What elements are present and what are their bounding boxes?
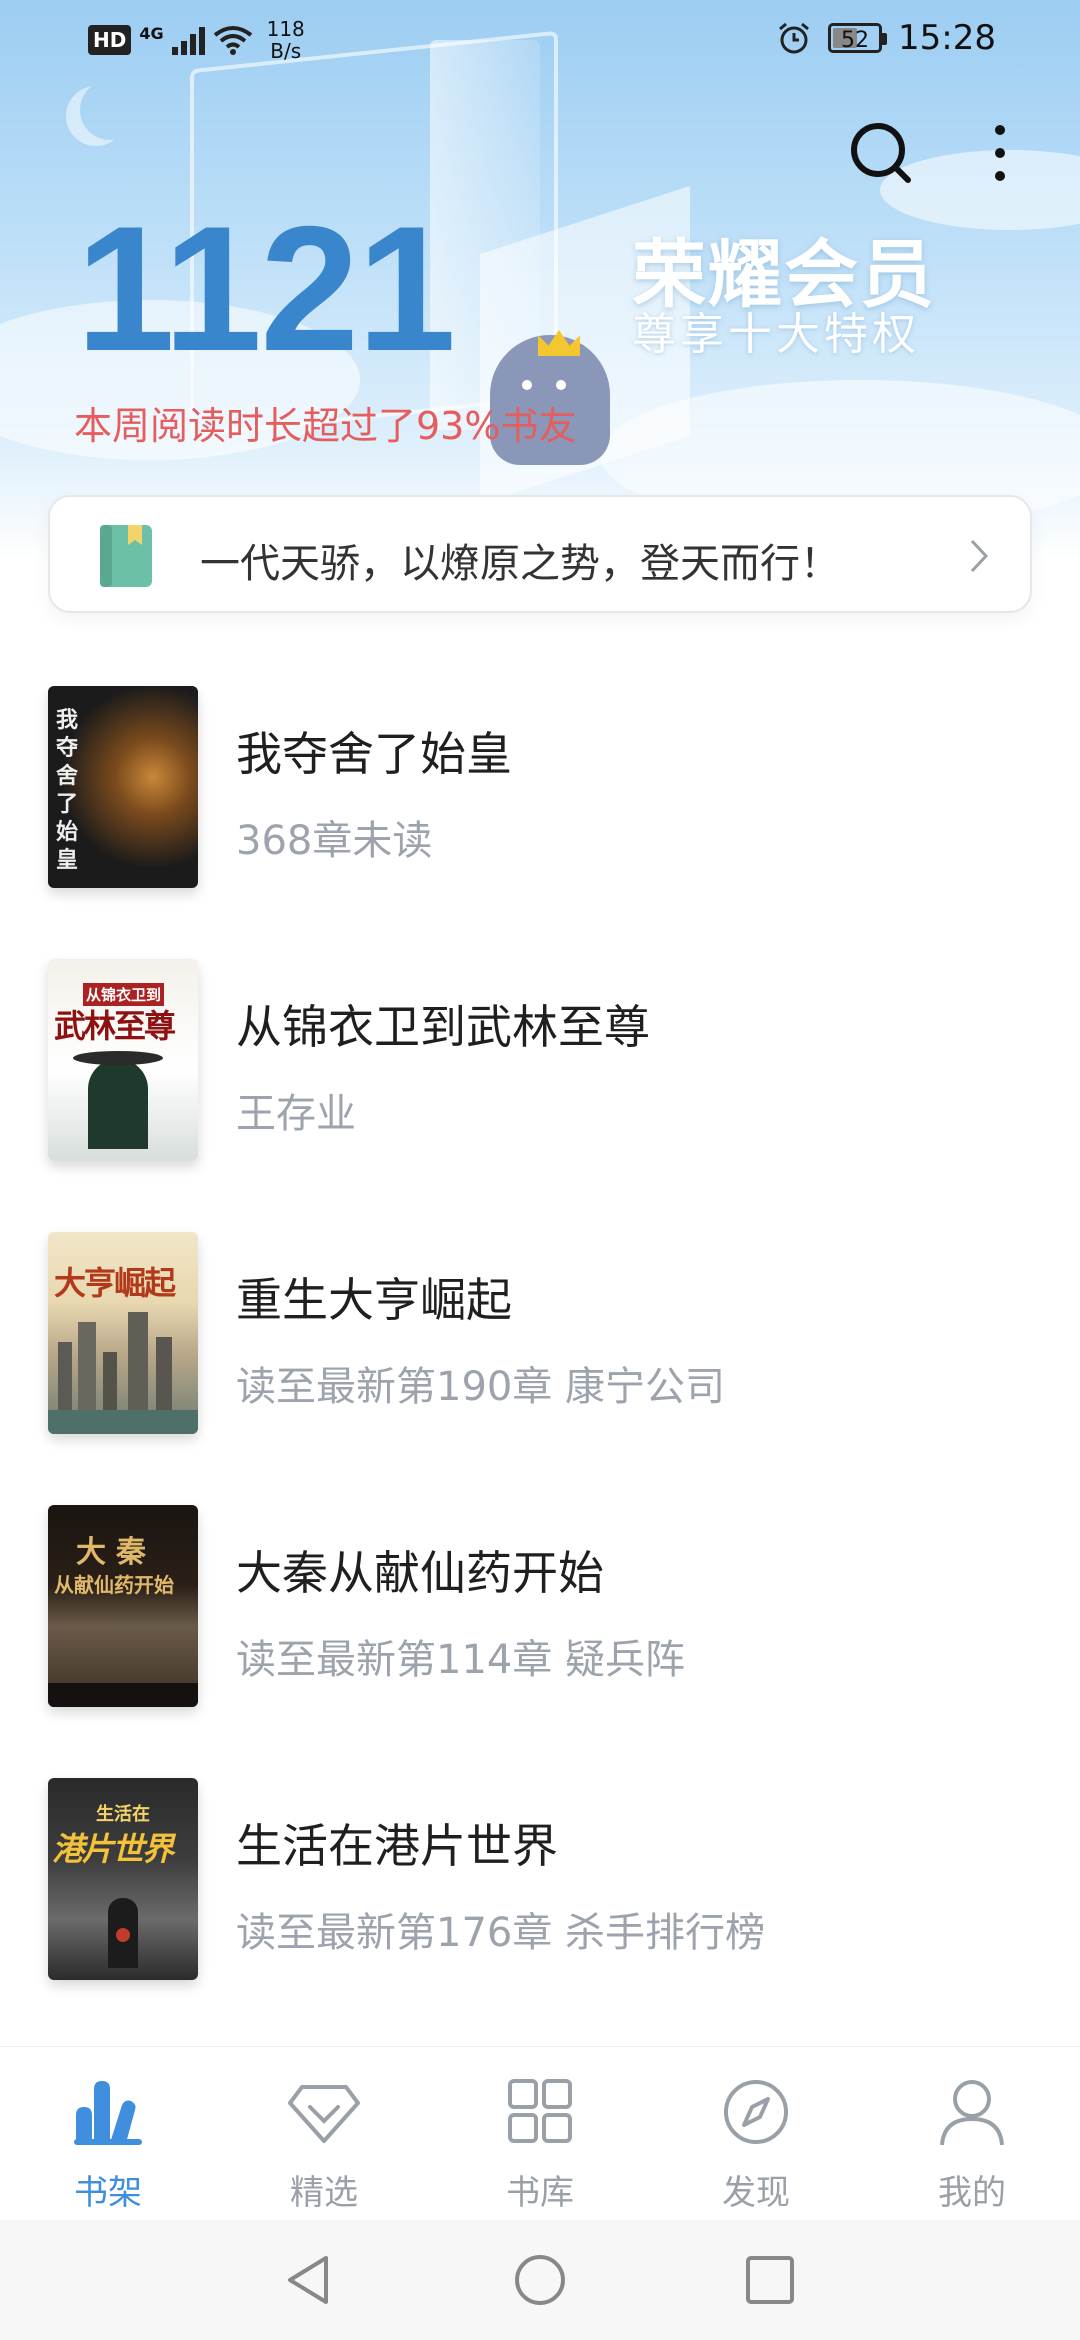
recents-icon[interactable] [742, 2252, 798, 2308]
status-left: HD 4G 118 B/s [88, 18, 305, 62]
battery-level: 52 [841, 28, 870, 53]
clock: 15:28 [898, 18, 996, 58]
cover-sub-title: 从献仙药开始 [54, 1573, 174, 1597]
battery-icon: 52 [828, 23, 888, 53]
nav-label: 精选 [290, 2173, 358, 2213]
cover-title: 大亨崛起 [54, 1264, 176, 1302]
network-type: 4G [139, 23, 164, 43]
user-icon [940, 2080, 1004, 2146]
bookshelf-icon [74, 2081, 142, 2145]
vip-subtitle[interactable]: 尊享十大特权 [632, 298, 920, 362]
more-vertical-icon[interactable] [980, 118, 1020, 188]
book-item[interactable]: 我夺舍了始皇 我夺舍了始皇 368章未读 [0, 686, 1080, 959]
cover-title: 大秦 [76, 1535, 156, 1570]
reading-stat-number[interactable]: 1121 [76, 200, 456, 378]
status-right: 52 15:28 [776, 18, 996, 58]
nav-label: 发现 [722, 2173, 790, 2213]
nav-featured[interactable]: 精选 [216, 2047, 432, 2221]
notice-banner[interactable]: 一代天骄，以燎原之势，登天而行！ [48, 495, 1032, 613]
book-progress: 读至最新第190章 康宁公司 [236, 1364, 726, 1410]
nav-label: 书架 [74, 2173, 142, 2213]
book-title: 生活在港片世界 [236, 1819, 558, 1873]
status-bar: HD 4G 118 B/s 52 15:28 [0, 0, 1080, 80]
book-cover[interactable]: 大秦 从献仙药开始 [48, 1505, 198, 1707]
cover-title: 我夺舍了始皇 [56, 707, 79, 873]
book-title: 从锦衣卫到武林至尊 [236, 1000, 650, 1054]
book-progress: 读至最新第176章 杀手排行榜 [236, 1910, 766, 1956]
alarm-icon [779, 22, 809, 54]
book-cover[interactable]: 我夺舍了始皇 [48, 686, 198, 888]
moon-decoration [80, 80, 140, 140]
grid-icon [508, 2079, 572, 2143]
nav-library[interactable]: 书库 [432, 2047, 648, 2221]
book-item[interactable]: 生活在 港片世界 生活在港片世界 读至最新第176章 杀手排行榜 [0, 1778, 1080, 2051]
book-title: 大秦从献仙药开始 [236, 1546, 604, 1600]
book-progress: 368章未读 [236, 818, 433, 864]
notice-text: 一代天骄，以燎原之势，登天而行！ [200, 541, 840, 587]
book-bookmark-icon [100, 525, 152, 587]
book-progress: 读至最新第114章 疑兵阵 [236, 1637, 686, 1683]
book-cover[interactable]: 生活在 港片世界 [48, 1778, 198, 1980]
reading-stat-desc[interactable]: 本周阅读时长超过了93%书友 [74, 395, 576, 450]
mascot-eye [522, 380, 532, 390]
book-item[interactable]: 大秦 从献仙药开始 大秦从献仙药开始 读至最新第114章 疑兵阵 [0, 1505, 1080, 1778]
chevron-right-icon [970, 539, 989, 573]
mascot-eye [556, 380, 566, 390]
back-icon[interactable] [280, 2252, 336, 2308]
nav-profile[interactable]: 我的 [864, 2047, 1080, 2221]
home-icon[interactable] [512, 2252, 568, 2308]
book-title: 我夺舍了始皇 [236, 727, 512, 781]
book-cover[interactable]: 大亨崛起 [48, 1232, 198, 1434]
net-speed-unit: B/s [270, 39, 302, 63]
nav-discover[interactable]: 发现 [648, 2047, 864, 2221]
book-author: 王存业 [236, 1091, 356, 1137]
cover-title: 武林至尊 [54, 1007, 176, 1045]
cover-top-text: 生活在 [96, 1804, 150, 1825]
book-title: 重生大亨崛起 [236, 1273, 512, 1327]
signal-icon [171, 25, 205, 55]
nav-label: 我的 [938, 2173, 1006, 2213]
cover-title: 港片世界 [52, 1830, 174, 1868]
wifi-icon [213, 26, 252, 55]
book-cover[interactable]: 从锦衣卫到 武林至尊 [48, 959, 198, 1161]
nav-bookshelf[interactable]: 书架 [0, 2047, 216, 2221]
book-list: 我夺舍了始皇 我夺舍了始皇 368章未读 从锦衣卫到 武林至尊 从锦衣卫到武林至… [0, 686, 1080, 2051]
hd-badge: HD [88, 25, 132, 55]
book-item[interactable]: 从锦衣卫到 武林至尊 从锦衣卫到武林至尊 王存业 [0, 959, 1080, 1232]
net-speed-value: 118 [266, 17, 305, 41]
system-navigation-bar [0, 2220, 1080, 2340]
net-speed: 118 B/s [267, 18, 305, 62]
compass-icon [724, 2080, 788, 2144]
nav-label: 书库 [506, 2173, 574, 2213]
bottom-nav: 书架 精选 书库 发现 我的 [0, 2046, 1080, 2221]
book-item[interactable]: 大亨崛起 重生大亨崛起 读至最新第190章 康宁公司 [0, 1232, 1080, 1505]
search-icon[interactable] [846, 118, 916, 188]
diamond-icon [288, 2085, 360, 2143]
